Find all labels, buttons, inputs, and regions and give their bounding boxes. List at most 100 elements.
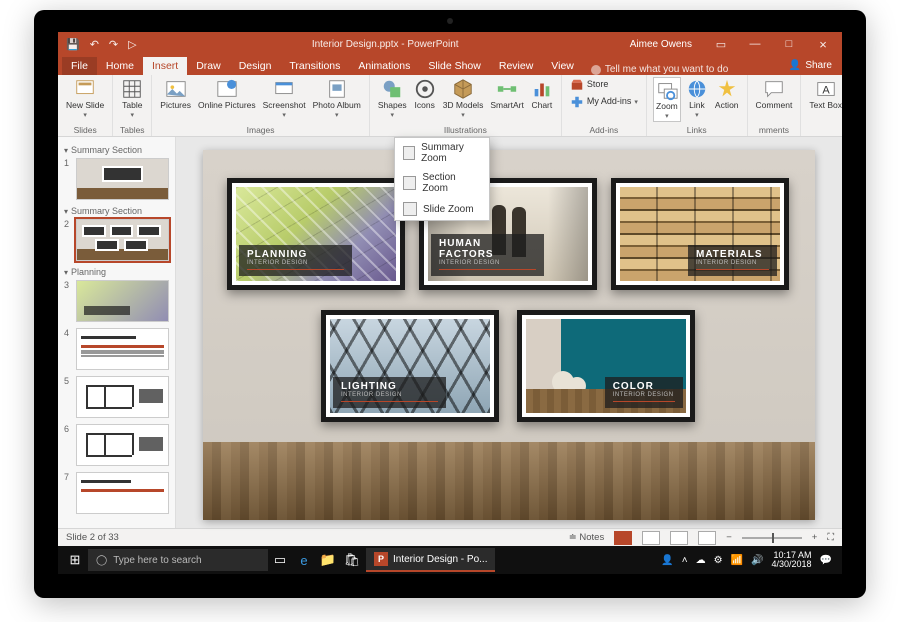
chart-button[interactable]: Chart xyxy=(529,77,555,111)
slide-canvas-area[interactable]: PLANNINGINTERIOR DESIGN HUMAN FACTORSINT… xyxy=(176,137,842,528)
signed-in-user[interactable]: Aimee Owens xyxy=(630,39,692,50)
normal-view-button[interactable] xyxy=(614,531,632,545)
minimize-button[interactable]: — xyxy=(740,38,770,50)
slide-zoom-icon xyxy=(403,202,417,216)
action-button[interactable]: Action xyxy=(713,77,741,111)
subcaption: INTERIOR DESIGN xyxy=(341,392,438,398)
thumb-6[interactable]: 6 xyxy=(64,424,169,466)
thumbnail[interactable] xyxy=(76,280,169,322)
tab-slideshow[interactable]: Slide Show xyxy=(419,57,490,75)
tab-transitions[interactable]: Transitions xyxy=(280,57,349,75)
task-view-icon[interactable]: ▭ xyxy=(268,552,292,568)
notes-button[interactable]: ≐ Notes xyxy=(569,532,604,543)
link-button[interactable]: Link▾ xyxy=(684,77,710,120)
frame-lighting[interactable]: LIGHTINGINTERIOR DESIGN xyxy=(321,310,499,422)
action-center-icon[interactable]: 💬 xyxy=(820,555,832,566)
thumbnail[interactable] xyxy=(76,376,169,418)
thumb-4[interactable]: 4 xyxy=(64,328,169,370)
menu-slide-zoom[interactable]: Slide Zoom xyxy=(395,198,489,220)
thumbnail[interactable] xyxy=(76,158,169,200)
tab-view[interactable]: View xyxy=(542,57,583,75)
maximize-button[interactable]: □ xyxy=(774,38,804,50)
tray-volume-icon[interactable]: 🔊 xyxy=(751,555,763,566)
smartart-button[interactable]: SmartArt xyxy=(488,77,526,111)
table-button[interactable]: Table ▾ xyxy=(119,77,145,120)
thumb-3[interactable]: 3 xyxy=(64,280,169,322)
slide-counter[interactable]: Slide 2 of 33 xyxy=(66,532,119,543)
frame-materials[interactable]: MATERIALSINTERIOR DESIGN xyxy=(611,178,789,290)
menu-summary-zoom[interactable]: Summary Zoom xyxy=(395,138,489,168)
tell-me-search[interactable]: Tell me what you want to do xyxy=(591,64,728,75)
thumbnail-selected[interactable] xyxy=(76,219,169,261)
tray-people-icon[interactable]: 👤 xyxy=(661,555,673,566)
tray-chevron-up-icon[interactable]: ˄ xyxy=(682,555,688,566)
slideshow-view-button[interactable] xyxy=(698,531,716,545)
shapes-button[interactable]: Shapes▾ xyxy=(376,77,409,120)
group-addins: Store My Add-ins▾ Add-ins xyxy=(562,75,647,136)
textbox-button[interactable]: AText Box xyxy=(807,77,842,111)
frame-color[interactable]: COLORINTERIOR DESIGN xyxy=(517,310,695,422)
tray-network-icon[interactable]: ⚙ xyxy=(714,555,723,566)
thumb-2[interactable]: 2 xyxy=(64,219,169,261)
tray-onedrive-icon[interactable]: ☁ xyxy=(696,555,706,566)
store-icon[interactable]: 🛍 xyxy=(340,552,364,568)
menu-section-zoom[interactable]: Section Zoom xyxy=(395,168,489,198)
tablet-device: 💾 ↶ ↷ ▷ Interior Design.pptx - PowerPoin… xyxy=(34,10,866,598)
pictures-icon xyxy=(165,78,187,100)
taskbar-app-powerpoint[interactable]: P Interior Design - Po... xyxy=(366,548,495,572)
ribbon-options-icon[interactable]: ▭ xyxy=(706,38,736,51)
close-button[interactable]: × xyxy=(808,37,838,52)
thumbnail[interactable] xyxy=(76,328,169,370)
current-slide[interactable]: PLANNINGINTERIOR DESIGN HUMAN FACTORSINT… xyxy=(203,150,815,520)
edge-icon[interactable]: e xyxy=(292,553,316,568)
section-header[interactable]: Summary Section xyxy=(64,145,169,155)
zoom-in-button[interactable]: + xyxy=(812,532,818,543)
group-label: Tables xyxy=(119,125,145,136)
thumb-7[interactable]: 7 xyxy=(64,472,169,514)
slide-number: 6 xyxy=(64,424,72,466)
file-explorer-icon[interactable]: 📁 xyxy=(316,552,340,568)
online-pictures-button[interactable]: Online Pictures xyxy=(196,77,258,111)
pictures-button[interactable]: Pictures xyxy=(158,77,193,111)
tab-draw[interactable]: Draw xyxy=(187,57,230,75)
thumb-5[interactable]: 5 xyxy=(64,376,169,418)
tab-design[interactable]: Design xyxy=(230,57,281,75)
sorter-view-button[interactable] xyxy=(642,531,660,545)
store-button[interactable]: Store xyxy=(568,77,640,93)
zoom-slider[interactable] xyxy=(742,537,802,539)
comment-button[interactable]: Comment xyxy=(754,77,795,111)
thumbnail[interactable] xyxy=(76,472,169,514)
tab-home[interactable]: Home xyxy=(97,57,143,75)
zoom-button[interactable]: Zoom▾ xyxy=(653,77,681,122)
start-from-beginning-icon[interactable]: ▷ xyxy=(128,38,136,51)
screenshot-button[interactable]: Screenshot▾ xyxy=(261,77,308,120)
my-addins-button[interactable]: My Add-ins▾ xyxy=(568,94,640,110)
thumb-1[interactable]: 1 xyxy=(64,158,169,200)
photo-album-button[interactable]: Photo Album▾ xyxy=(311,77,363,120)
zoom-out-button[interactable]: − xyxy=(726,532,732,543)
tab-animations[interactable]: Animations xyxy=(349,57,419,75)
tab-review[interactable]: Review xyxy=(490,57,542,75)
undo-icon[interactable]: ↶ xyxy=(90,38,99,51)
redo-icon[interactable]: ↷ xyxy=(109,38,118,51)
icons-button[interactable]: Icons xyxy=(412,77,438,111)
new-slide-button[interactable]: New Slide ▾ xyxy=(64,77,106,120)
slide-thumbnail-pane[interactable]: Summary Section 1 Summary Section 2 Plan… xyxy=(58,137,176,528)
reading-view-button[interactable] xyxy=(670,531,688,545)
3d-models-button[interactable]: 3D Models▾ xyxy=(441,77,486,120)
fit-to-window-button[interactable]: ⛶ xyxy=(827,532,834,543)
frame-planning[interactable]: PLANNINGINTERIOR DESIGN xyxy=(227,178,405,290)
tab-file[interactable]: File xyxy=(62,57,97,75)
share-button[interactable]: 👤 Share xyxy=(789,60,842,75)
section-header[interactable]: Summary Section xyxy=(64,206,169,216)
start-button[interactable]: ⊞ xyxy=(62,552,88,568)
share-label: Share xyxy=(805,60,832,71)
thumbnail[interactable] xyxy=(76,424,169,466)
save-icon[interactable]: 💾 xyxy=(66,38,80,51)
tray-wifi-icon[interactable]: 📶 xyxy=(731,555,743,566)
taskbar-search[interactable]: ◯ Type here to search xyxy=(88,549,268,571)
section-header[interactable]: Planning xyxy=(64,267,169,277)
taskbar-clock[interactable]: 10:17 AM 4/30/2018 xyxy=(772,551,812,570)
tab-insert[interactable]: Insert xyxy=(143,57,187,75)
zoom-dropdown-menu: Summary Zoom Section Zoom Slide Zoom xyxy=(394,137,490,221)
